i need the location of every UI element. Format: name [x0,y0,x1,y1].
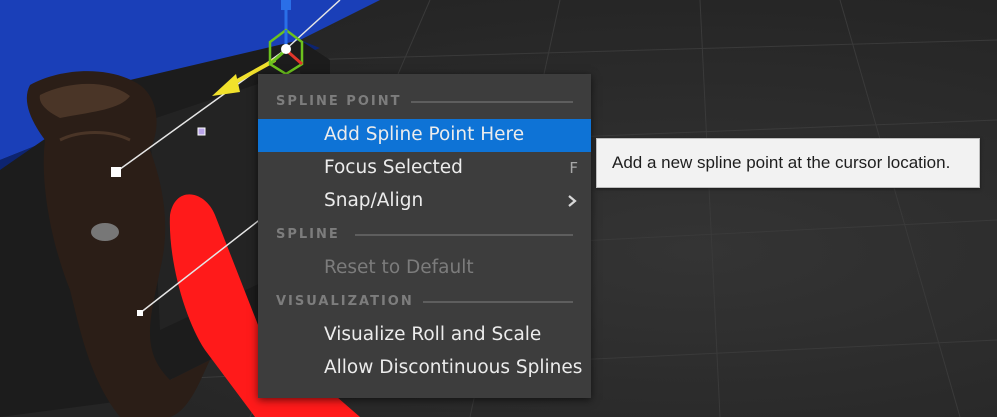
tangent-handle[interactable] [197,127,206,136]
spline-point-handle[interactable] [137,310,143,316]
menu-item-allow-discontinuous-splines[interactable]: Allow Discontinuous Splines [258,352,591,385]
chevron-right-icon [568,195,577,207]
tooltip-text: Add a new spline point at the cursor loc… [612,153,951,172]
menu-item-label: Focus Selected [324,157,463,178]
tooltip: Add a new spline point at the cursor loc… [596,138,980,188]
menu-item-snap-align[interactable]: Snap/Align [258,185,591,218]
section-header-spline: SPLINE [258,220,591,250]
section-heading: SPLINE [276,227,340,242]
section-divider [411,101,573,103]
shortcut-key: F [569,159,578,177]
menu-item-focus-selected[interactable]: Focus Selected F [258,152,591,185]
section-heading: SPLINE POINT [276,94,402,109]
menu-item-add-spline-point-here[interactable]: Add Spline Point Here [258,119,591,152]
section-header-spline-point: SPLINE POINT [258,87,591,117]
menu-item-reset-to-default[interactable]: Reset to Default [258,252,591,285]
menu-item-visualize-roll-and-scale[interactable]: Visualize Roll and Scale [258,319,591,352]
context-menu: SPLINE POINT Add Spline Point Here Focus… [258,74,591,398]
section-heading: VISUALIZATION [276,294,414,309]
section-header-visualization: VISUALIZATION [258,287,591,317]
menu-item-label: Reset to Default [324,257,474,278]
section-divider [423,301,573,303]
menu-item-label: Allow Discontinuous Splines [324,357,583,378]
section-divider [355,234,573,236]
menu-item-label: Visualize Roll and Scale [324,324,542,345]
spline-point-handle[interactable] [111,167,121,177]
menu-item-label: Add Spline Point Here [324,124,525,145]
menu-item-label: Snap/Align [324,190,424,211]
